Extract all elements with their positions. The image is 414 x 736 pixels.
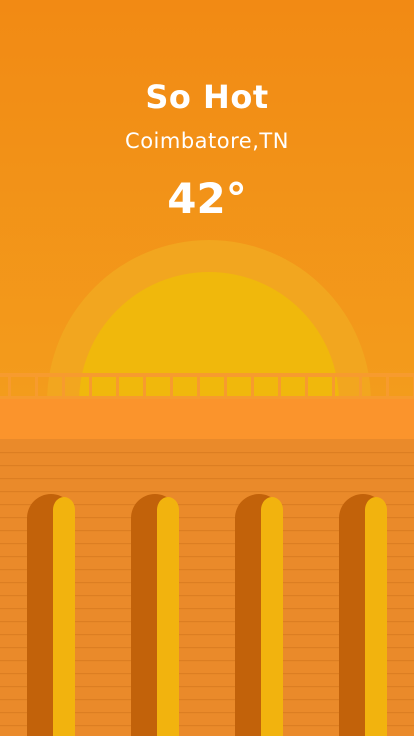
arch bbox=[27, 494, 75, 736]
arch bbox=[235, 494, 283, 736]
location-label: Coimbatore,TN bbox=[125, 129, 289, 153]
railing-post bbox=[143, 373, 146, 400]
arch-light bbox=[157, 497, 179, 736]
wall-line bbox=[0, 452, 414, 454]
railing-post bbox=[170, 373, 173, 400]
arch bbox=[339, 494, 387, 736]
arch-light bbox=[261, 497, 283, 736]
railing-post bbox=[35, 373, 38, 400]
temperature-value: 42° bbox=[167, 174, 247, 223]
wall-line bbox=[0, 478, 414, 480]
railing-post bbox=[224, 373, 227, 400]
wall-line bbox=[0, 465, 414, 467]
railing-post bbox=[278, 373, 281, 400]
railing-post bbox=[89, 373, 92, 400]
arch-light bbox=[365, 497, 387, 736]
weather-condition: So Hot bbox=[145, 78, 269, 116]
railing-post bbox=[62, 373, 65, 400]
railing-post bbox=[116, 373, 119, 400]
railing-post bbox=[251, 373, 254, 400]
bridge-deck bbox=[0, 399, 414, 439]
railing-post bbox=[332, 373, 335, 400]
arch bbox=[131, 494, 179, 736]
railing-post bbox=[8, 373, 11, 400]
wall-line bbox=[0, 491, 414, 493]
railing-post bbox=[359, 373, 362, 400]
weather-screen: So Hot Coimbatore,TN 42° bbox=[0, 0, 414, 736]
arch-light bbox=[53, 497, 75, 736]
railing-post bbox=[386, 373, 389, 400]
railing-post bbox=[197, 373, 200, 400]
railing-post bbox=[305, 373, 308, 400]
